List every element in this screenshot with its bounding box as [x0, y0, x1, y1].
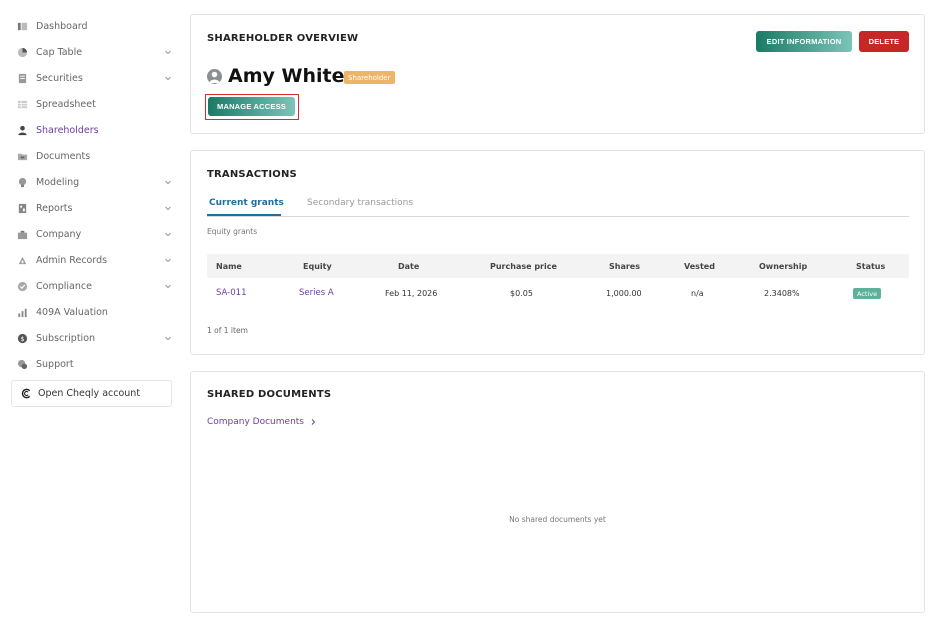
sidebar-item-support[interactable]: Support [0, 351, 180, 377]
column-header-equity: Equity [303, 262, 332, 271]
pagination-summary: 1 of 1 item [207, 326, 248, 335]
sidebar-item-company[interactable]: Company [0, 221, 180, 247]
sidebar-nav: Dashboard Cap Table Securities Spreadshe… [0, 0, 180, 377]
overview-title: SHAREHOLDER OVERVIEW [207, 33, 359, 44]
chevron-down-icon [164, 282, 172, 290]
sidebar-item-label: Subscription [36, 332, 96, 344]
company-icon [17, 229, 28, 240]
column-header-vested: Vested [684, 262, 715, 271]
chevron-down-icon [164, 256, 172, 264]
avatar [207, 69, 222, 84]
subscription-icon: $ [17, 333, 28, 344]
column-header-purchase-price: Purchase price [490, 262, 557, 271]
transactions-tabs: Current grants Secondary transactions [207, 191, 909, 217]
admin-records-icon [17, 255, 28, 266]
grant-name-link[interactable]: SA-011 [216, 288, 246, 298]
compliance-icon [17, 281, 28, 292]
sidebar-item-label: Compliance [36, 280, 92, 292]
sidebar-item-label: Reports [36, 202, 73, 214]
table-header: Name Equity Date Purchase price Shares V… [207, 254, 909, 278]
status-badge: Active [853, 288, 882, 299]
securities-icon [17, 73, 28, 84]
equity-grants-label: Equity grants [207, 227, 258, 236]
sidebar-item-label: Dashboard [36, 20, 88, 32]
chevron-right-icon [311, 419, 316, 425]
shared-documents-title: SHARED DOCUMENTS [207, 389, 332, 400]
company-documents-link[interactable]: Company Documents [207, 417, 317, 427]
shareholder-overview-card: SHAREHOLDER OVERVIEW EDIT INFORMATION DE… [190, 14, 925, 134]
sidebar-item-securities[interactable]: Securities [0, 65, 180, 91]
table-row: SA-011 Series A Feb 11, 2026 $0.05 1,000… [207, 280, 909, 306]
active-tab-indicator [207, 214, 281, 216]
chevron-down-icon [164, 74, 172, 82]
equity-class-link[interactable]: Series A [299, 288, 334, 298]
chevron-down-icon [164, 334, 172, 342]
sidebar-item-409a-valuation[interactable]: 409A Valuation [0, 299, 180, 325]
open-cheqly-account-button[interactable]: Open Cheqly account [11, 380, 172, 407]
vested-value: n/a [691, 289, 704, 298]
sidebar-item-modeling[interactable]: Modeling [0, 169, 180, 195]
role-badge: Shareholder [344, 71, 395, 84]
shares-count: 1,000.00 [606, 289, 642, 298]
chevron-down-icon [164, 48, 172, 56]
sidebar-item-label: Spreadsheet [36, 98, 96, 110]
manage-access-highlight: MANAGE ACCESS [205, 94, 299, 120]
sidebar-item-label: Cap Table [36, 46, 83, 58]
sidebar-item-reports[interactable]: Reports [0, 195, 180, 221]
column-header-shares: Shares [609, 262, 640, 271]
sidebar-item-label: Admin Records [36, 254, 108, 266]
column-header-name: Name [216, 262, 242, 271]
dashboard-icon [17, 21, 28, 32]
column-header-status: Status [856, 262, 886, 271]
delete-button[interactable]: DELETE [859, 31, 909, 52]
sidebar-item-documents[interactable]: Documents [0, 143, 180, 169]
sidebar-item-label: 409A Valuation [36, 306, 108, 318]
sidebar-item-label: Company [36, 228, 82, 240]
tab-current-grants[interactable]: Current grants [209, 198, 284, 208]
sidebar-item-admin-records[interactable]: Admin Records [0, 247, 180, 273]
tab-secondary-transactions[interactable]: Secondary transactions [307, 198, 413, 208]
company-documents-label: Company Documents [207, 417, 304, 427]
transactions-card: TRANSACTIONS Current grants Secondary tr… [190, 150, 925, 355]
sidebar-item-spreadsheet[interactable]: Spreadsheet [0, 91, 180, 117]
edit-information-button[interactable]: EDIT INFORMATION [756, 31, 852, 52]
empty-state-message: No shared documents yet [509, 515, 606, 524]
grant-date: Feb 11, 2026 [385, 289, 438, 298]
sidebar-item-compliance[interactable]: Compliance [0, 273, 180, 299]
reports-icon [17, 203, 28, 214]
sidebar-item-label: Support [36, 358, 74, 370]
chevron-down-icon [164, 204, 172, 212]
spreadsheet-icon [17, 99, 28, 110]
chevron-down-icon [164, 178, 172, 186]
column-header-ownership: Ownership [759, 262, 808, 271]
valuation-icon [17, 307, 28, 318]
sidebar-item-shareholders[interactable]: Shareholders [0, 117, 180, 143]
support-icon [17, 359, 28, 370]
sidebar-item-label: Shareholders [36, 124, 99, 136]
lightbulb-icon [17, 177, 28, 188]
shareholder-name: Amy White [228, 65, 345, 87]
column-header-date: Date [398, 262, 420, 271]
pie-chart-icon [17, 47, 28, 58]
ownership-percent: 2.3408% [764, 289, 800, 298]
sidebar-item-label: Documents [36, 150, 91, 162]
sidebar-item-label: Modeling [36, 176, 80, 188]
purchase-price: $0.05 [510, 289, 533, 298]
manage-access-button[interactable]: MANAGE ACCESS [208, 97, 295, 116]
person-icon [209, 71, 220, 83]
sidebar-item-cap-table[interactable]: Cap Table [0, 39, 180, 65]
chevron-down-icon [164, 230, 172, 238]
sidebar-item-label: Securities [36, 72, 83, 84]
shared-documents-card: SHARED DOCUMENTS Company Documents No sh… [190, 371, 925, 613]
sidebar-item-dashboard[interactable]: Dashboard [0, 13, 180, 39]
svg-text:$: $ [20, 334, 24, 342]
sidebar: Dashboard Cap Table Securities Spreadshe… [0, 0, 180, 618]
transactions-title: TRANSACTIONS [207, 169, 297, 180]
sidebar-item-subscription[interactable]: $ Subscription [0, 325, 180, 351]
cheqly-logo-icon [21, 388, 32, 399]
person-icon [17, 125, 28, 136]
open-cheqly-account-label: Open Cheqly account [38, 388, 141, 399]
folder-icon [17, 151, 28, 162]
